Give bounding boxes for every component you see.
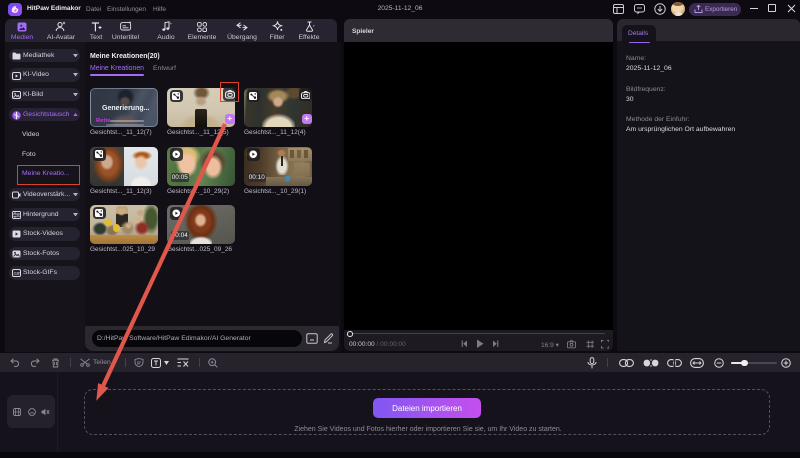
svg-text:GIF: GIF bbox=[14, 271, 21, 276]
